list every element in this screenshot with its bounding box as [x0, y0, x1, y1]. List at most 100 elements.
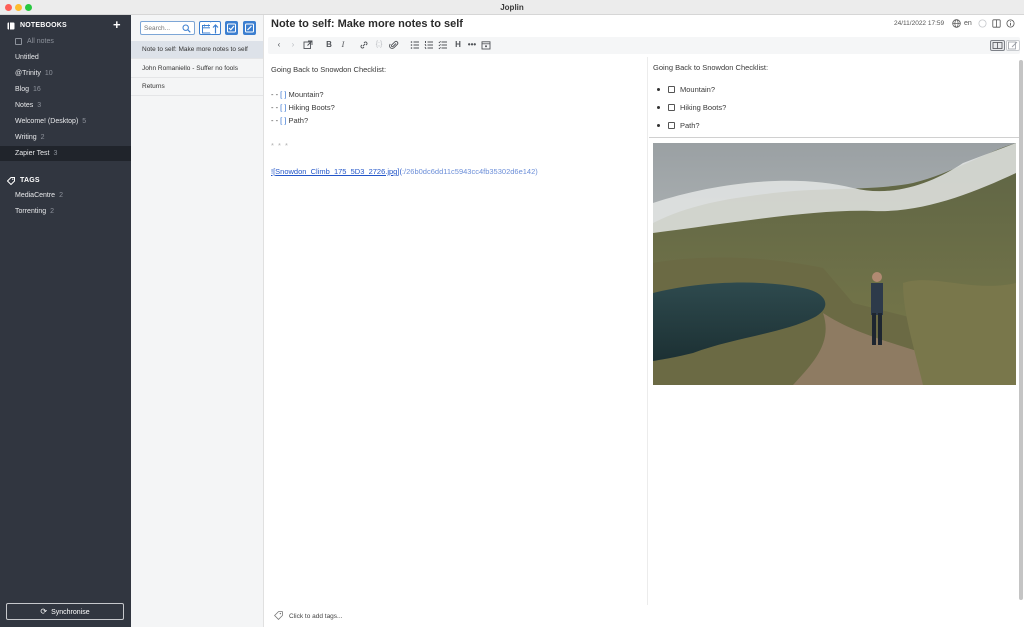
sidebar-item-label: @Trinity	[15, 70, 41, 77]
notebook-count: 2	[40, 134, 45, 141]
external-edit-icon[interactable]	[303, 40, 313, 50]
sidebar-item-untitled[interactable]: Untitled	[0, 50, 131, 65]
add-tags-prompt[interactable]: Click to add tags...	[289, 613, 342, 620]
all-notes-icon	[15, 38, 22, 45]
heading-icon[interactable]: H	[453, 40, 463, 50]
synchronise-button[interactable]: ⟳ Synchronise	[6, 603, 124, 620]
preview-item-text: Hiking Boots?	[680, 103, 727, 112]
new-note-button[interactable]	[243, 21, 256, 35]
italic-icon[interactable]: I	[338, 40, 348, 50]
bold-icon[interactable]: B	[324, 40, 334, 50]
note-title-input[interactable]: Note to self: Make more notes to self	[271, 18, 463, 30]
pencil-icon	[1008, 41, 1018, 50]
add-notebook-button[interactable]: +	[113, 18, 121, 32]
horizontal-rule-icon[interactable]: •••	[467, 40, 477, 50]
checklist-icon[interactable]	[438, 40, 448, 50]
search-input[interactable]	[144, 23, 182, 33]
editor-toolbar: ‹ › B I {;} H •••	[268, 37, 1020, 54]
md-prefix: - -	[271, 116, 281, 125]
sidebar-tag-torrenting[interactable]: Torrenting 2	[0, 204, 131, 219]
notebook-count: 3	[37, 102, 42, 109]
back-icon[interactable]: ‹	[274, 40, 284, 50]
sidebar-item-welcome-desktop[interactable]: Welcome! (Desktop) 5	[0, 114, 131, 129]
notebook-count: 10	[44, 70, 53, 77]
note-list: Note to self: Make more notes to self Jo…	[131, 15, 264, 627]
md-checklist-item: - - [ ] Hiking Boots?	[271, 103, 335, 112]
forward-icon[interactable]: ›	[288, 40, 298, 50]
note-list-item[interactable]: Returns	[131, 78, 263, 96]
editor-layout-toggle	[990, 40, 1020, 51]
checkbox-icon	[227, 23, 236, 33]
sidebar-item-writing[interactable]: Writing 2	[0, 130, 131, 145]
sidebar-item-label: Writing	[15, 134, 37, 141]
note-list-item[interactable]: John Romaniello - Suffer no fools	[131, 60, 263, 78]
sidebar: NOTEBOOKS + All notes Untitled @Trinity 1…	[0, 15, 131, 627]
alarm-icon[interactable]	[978, 19, 987, 28]
md-prefix: - -	[271, 90, 281, 99]
tag-label: MediaCentre	[15, 192, 56, 199]
sidebar-item-blog[interactable]: Blog 16	[0, 82, 131, 97]
note-editor: Note to self: Make more notes to self 24…	[264, 15, 1024, 627]
split-view-icon	[992, 42, 1003, 49]
bullet	[657, 124, 660, 127]
sidebar-item-all-notes[interactable]: All notes	[0, 34, 131, 49]
numbered-list-icon[interactable]	[424, 40, 434, 50]
tag-icon	[7, 177, 15, 185]
bulleted-list-icon[interactable]	[410, 40, 420, 50]
layout-icon[interactable]	[992, 19, 1001, 28]
sort-order-button[interactable]	[210, 21, 221, 35]
bullet	[657, 106, 660, 109]
tags-header-label: TAGS	[20, 177, 40, 184]
md-horizontal-rule: * * *	[271, 141, 289, 150]
tag-count: 2	[50, 208, 55, 215]
note-list-item[interactable]: Note to self: Make more notes to self	[131, 41, 263, 59]
attachment-icon[interactable]	[389, 40, 399, 50]
code-icon[interactable]: {;}	[374, 40, 384, 50]
synchronise-label: Synchronise	[51, 609, 90, 616]
sidebar-item-trinity[interactable]: @Trinity 10	[0, 66, 131, 81]
tag-label: Torrenting	[15, 208, 47, 215]
spellcheck-language[interactable]: en	[964, 20, 972, 27]
insert-date-icon[interactable]	[481, 40, 491, 50]
tag-bar[interactable]: Click to add tags...	[264, 606, 1024, 627]
link-icon[interactable]	[359, 40, 369, 50]
bullet	[657, 88, 660, 91]
preview-heading: Going Back to Snowdon Checklist:	[653, 63, 769, 72]
snowdon-photo	[653, 143, 1016, 385]
sidebar-item-label: Welcome! (Desktop)	[15, 118, 79, 125]
markdown-editor[interactable]: Going Back to Snowdon Checklist: - - [ ]…	[264, 57, 648, 605]
search-icon	[182, 24, 191, 33]
new-todo-button[interactable]	[225, 21, 238, 35]
preview-checkbox[interactable]	[668, 122, 675, 129]
globe-icon[interactable]	[952, 19, 961, 28]
note-title: John Romaniello - Suffer no fools	[142, 65, 238, 72]
search-box[interactable]	[140, 21, 195, 35]
sidebar-item-label: Blog	[15, 86, 30, 93]
sidebar-item-label: Notes	[15, 102, 34, 109]
window-title: Joplin	[500, 3, 524, 12]
sidebar-item-label: All notes	[27, 38, 54, 45]
markdown-preview: Going Back to Snowdon Checklist: Mountai…	[649, 57, 1024, 605]
preview-checkbox[interactable]	[668, 104, 675, 111]
sidebar-item-label: Untitled	[15, 54, 39, 61]
sidebar-item-notes[interactable]: Notes 3	[0, 98, 131, 113]
notebooks-header-label: NOTEBOOKS	[20, 22, 67, 29]
sidebar-item-zapier-test[interactable]: Zapier Test 3	[0, 146, 131, 161]
notebook-count: 5	[82, 118, 87, 125]
md-item-text: Mountain?	[286, 90, 324, 99]
preview-checkbox[interactable]	[668, 86, 675, 93]
md-prefix: - -	[271, 103, 281, 112]
note-title: Returns	[142, 83, 165, 90]
info-icon[interactable]	[1006, 19, 1015, 28]
md-checklist-item: - - [ ] Path?	[271, 116, 308, 125]
arrow-up-icon	[212, 24, 219, 34]
md-image-url: :/26b0dc6dd11c5943cc4fb35302d6e142)	[401, 167, 538, 176]
tag-icon	[274, 611, 283, 620]
preview-horizontal-rule	[649, 137, 1019, 138]
preview-item-text: Path?	[680, 121, 700, 130]
md-item-text: Path?	[286, 116, 309, 125]
sidebar-tag-mediacentre[interactable]: MediaCentre 2	[0, 188, 131, 203]
toggle-editor-button[interactable]	[990, 40, 1005, 51]
editor-scrollbar[interactable]	[1019, 60, 1023, 600]
toggle-rich-text-button[interactable]	[1006, 40, 1020, 51]
